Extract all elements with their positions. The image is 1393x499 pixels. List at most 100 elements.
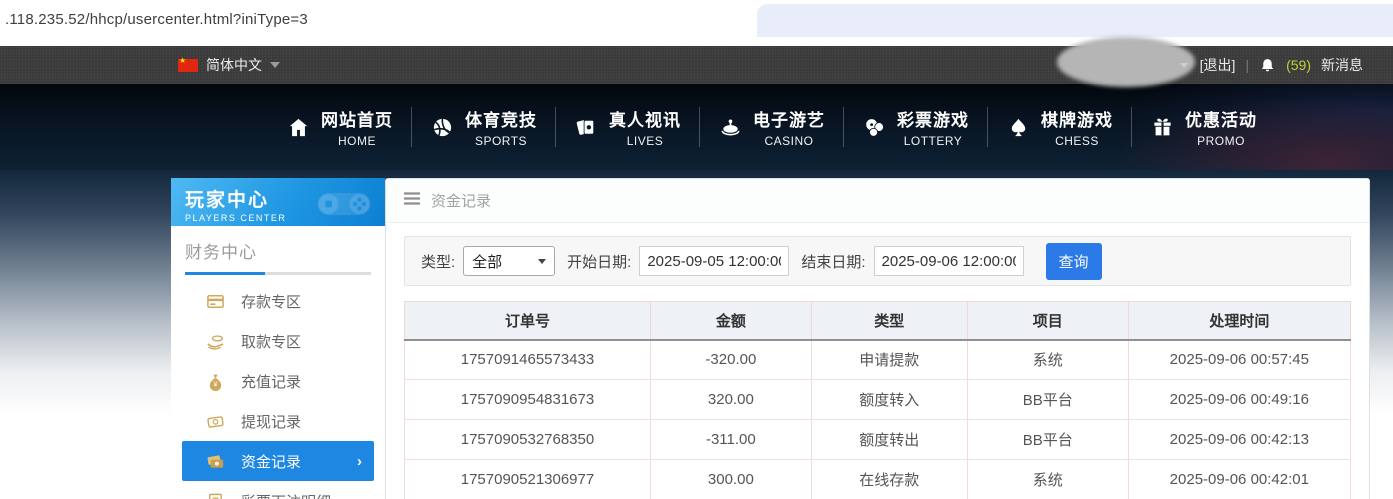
- nav-item-label-zh: 真人视讯: [609, 111, 681, 130]
- sidebar-menu-item[interactable]: 彩票下注明细 ›: [171, 481, 385, 499]
- table-header-cell: 订单号: [404, 301, 651, 341]
- table-row: 1757091465573433 -320.00 申请提款 系统 2025-09-06 …: [404, 339, 1352, 380]
- sidebar-menu-item[interactable]: 取款专区 ›: [171, 321, 385, 361]
- nav-item-home[interactable]: 网站首页 HOME: [268, 106, 412, 148]
- nav-item-label-en: PROMO: [1197, 134, 1245, 148]
- nav-items: 网站首页 HOME 体育竞技 SPORTS 真人视讯 LIVES 电子游艺 CA…: [268, 84, 1276, 170]
- nav-item-promo[interactable]: 优惠活动 PROMO: [1132, 106, 1276, 148]
- account-topbar: 简体中文 [退出] | (59) 新消息: [0, 37, 1393, 87]
- table-header-row: 订单号 金额 类型 项目 处理时间: [404, 301, 1352, 341]
- lottery-balls-icon: [863, 116, 886, 139]
- nav-item-label-zh: 优惠活动: [1185, 111, 1257, 130]
- nav-item-label-zh: 彩票游戏: [897, 111, 969, 130]
- table-header-cell: 项目: [966, 301, 1129, 341]
- end-date-input[interactable]: [873, 246, 1024, 276]
- sidebar-item-label: 提现记录: [241, 413, 302, 431]
- players-center-header: 玩家中心 PLAYERS CENTER: [171, 178, 385, 226]
- sidebar: 玩家中心 PLAYERS CENTER 财务中心 存款专区 › 取款专区 › ¥…: [171, 178, 385, 499]
- table-row: 1757090532768350 -311.00 额度转出 BB平台 2025-09-0…: [404, 419, 1352, 460]
- page-title: 资金记录: [431, 193, 492, 210]
- table-cell: 300.00: [649, 459, 812, 499]
- filter-bar: 类型: 全部 开始日期: 结束日期: 查询: [404, 236, 1351, 286]
- nav-item-sports[interactable]: 体育竞技 SPORTS: [412, 106, 556, 148]
- url-text[interactable]: .118.235.52/hhcp/usercenter.html?iniType…: [5, 11, 308, 28]
- nav-item-chess[interactable]: 棋牌游戏 CHESS: [988, 106, 1132, 148]
- cash-note-icon: [205, 412, 225, 431]
- start-date-label: 开始日期:: [567, 253, 632, 271]
- table-header-cell: 处理时间: [1127, 301, 1352, 341]
- table-cell: BB平台: [966, 379, 1129, 420]
- table-cell: 1757090521306977: [404, 459, 651, 499]
- fund-notes-icon: [205, 452, 225, 471]
- query-button[interactable]: 查询: [1045, 242, 1102, 280]
- nav-item-label-zh: 体育竞技: [465, 111, 537, 130]
- language-label: 简体中文: [206, 57, 262, 73]
- bet-list-icon: [205, 492, 225, 499]
- start-date-input[interactable]: [639, 246, 790, 276]
- home-icon: [287, 116, 310, 139]
- table-cell: 1757090954831673: [404, 379, 651, 420]
- chevron-down-icon[interactable]: [1179, 62, 1188, 68]
- nav-item-label-en: LIVES: [626, 134, 664, 148]
- chevron-down-icon: [270, 62, 280, 68]
- bell-icon[interactable]: [1259, 57, 1276, 74]
- sidebar-menu: 存款专区 › 取款专区 › ¥ 充值记录 › 提现记录 › 资金记录 › 彩票下…: [171, 281, 385, 499]
- nav-item-lottery[interactable]: 彩票游戏 LOTTERY: [844, 106, 988, 148]
- table-header-cell: 类型: [810, 301, 968, 341]
- nav-item-label-en: CASINO: [764, 134, 814, 148]
- finance-section: 财务中心: [171, 226, 385, 275]
- sidebar-menu-item[interactable]: 存款专区 ›: [171, 281, 385, 321]
- table-cell: 1757090532768350: [404, 419, 651, 460]
- table-row: 1757090954831673 320.00 额度转入 BB平台 2025-09-06…: [404, 379, 1352, 420]
- deposit-card-icon: [205, 292, 225, 311]
- chevron-down-icon: [538, 258, 547, 264]
- table-cell: 额度转出: [810, 419, 968, 460]
- table-cell: -311.00: [649, 419, 812, 460]
- sports-ball-icon: [431, 116, 454, 139]
- sidebar-menu-item[interactable]: 资金记录 ›: [182, 441, 374, 481]
- page: .118.235.52/hhcp/usercenter.html?iniType…: [0, 0, 1393, 499]
- avatar[interactable]: [1057, 37, 1195, 87]
- table-row: 1757090521306977 300.00 在线存款 系统 2025-09-06 0…: [404, 459, 1352, 499]
- sidebar-item-label: 彩票下注明细: [241, 491, 331, 499]
- table-cell: 320.00: [649, 379, 812, 420]
- fund-records-table: 订单号 金额 类型 项目 处理时间 1757091465573433 -320.00 申请提…: [404, 301, 1352, 499]
- main-nav: 网站首页 HOME 体育竞技 SPORTS 真人视讯 LIVES 电子游艺 CA…: [0, 84, 1393, 170]
- spade-icon: [1007, 116, 1030, 139]
- logout-button[interactable]: [退出]: [1200, 55, 1236, 75]
- new-messages-link[interactable]: 新消息: [1321, 55, 1363, 75]
- nav-item-label-zh: 棋牌游戏: [1041, 111, 1113, 130]
- table-cell: 在线存款: [810, 459, 968, 499]
- table-body: 1757091465573433 -320.00 申请提款 系统 2025-09-06 …: [404, 339, 1352, 499]
- chevron-right-icon: ›: [357, 452, 362, 470]
- table-cell: 额度转入: [810, 379, 968, 420]
- sidebar-item-label: 充值记录: [241, 373, 302, 391]
- table-cell: 2025-09-06 00:57:45: [1127, 339, 1352, 380]
- nav-item-lives[interactable]: 真人视讯 LIVES: [556, 106, 700, 148]
- nav-item-label-zh: 电子游艺: [753, 111, 825, 130]
- divider: |: [1245, 57, 1250, 73]
- gift-icon: [1151, 116, 1174, 139]
- roulette-icon: [719, 116, 742, 139]
- nav-item-label-zh: 网站首页: [321, 111, 393, 130]
- type-select-value: 全部: [472, 253, 503, 271]
- type-select[interactable]: 全部: [463, 246, 556, 276]
- sidebar-menu-item[interactable]: ¥ 充值记录 ›: [171, 361, 385, 401]
- nav-item-label-en: LOTTERY: [903, 134, 963, 148]
- nav-item-label-en: HOME: [338, 134, 376, 148]
- nav-item-casino[interactable]: 电子游艺 CASINO: [700, 106, 844, 148]
- browser-url-bar: .118.235.52/hhcp/usercenter.html?iniType…: [0, 0, 1393, 46]
- playing-cards-icon: [575, 116, 598, 139]
- table-cell: 1757091465573433: [404, 339, 651, 380]
- china-flag-icon: [178, 56, 198, 72]
- main-panel: 资金记录 类型: 全部 开始日期: 结束日期: 查询 订单号金额类型项目处理时间…: [385, 178, 1370, 499]
- nav-item-label-en: CHESS: [1055, 134, 1099, 148]
- gamepad-icon: [311, 182, 377, 226]
- money-bag-icon: ¥: [205, 372, 225, 391]
- sidebar-item-label: 存款专区: [241, 293, 302, 311]
- sidebar-menu-item[interactable]: 提现记录 ›: [171, 401, 385, 441]
- table-cell: 系统: [966, 339, 1129, 380]
- hamburger-icon: [404, 192, 420, 209]
- language-selector[interactable]: 简体中文: [178, 46, 280, 84]
- withdraw-hand-icon: [205, 332, 225, 351]
